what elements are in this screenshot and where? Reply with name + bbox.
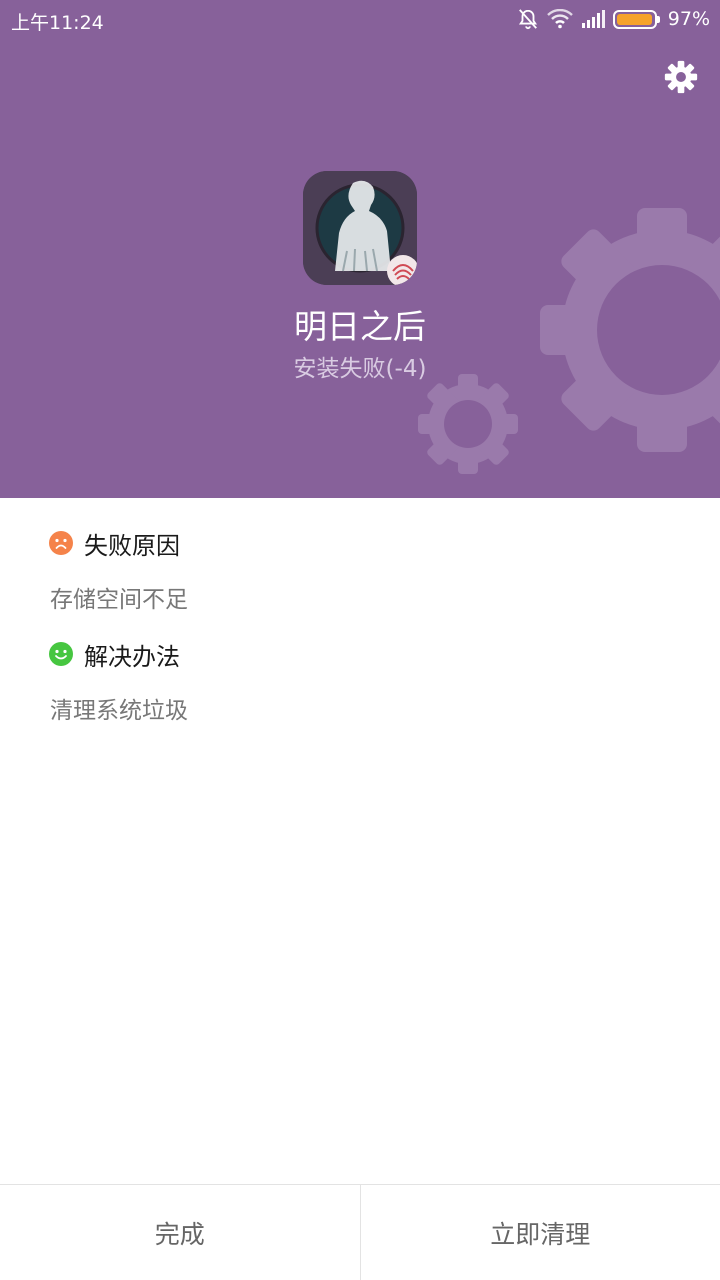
bell-off-icon (518, 9, 537, 30)
status-time: 上午11:24 (11, 12, 104, 34)
small-gear-icon (418, 374, 518, 474)
failure-reason-text: 存储空间不足 (50, 587, 188, 613)
solution-title: 解决办法 (84, 642, 180, 671)
solution-header: 解决办法 (49, 639, 180, 671)
solution-text: 清理系统垃圾 (50, 698, 188, 724)
app-artwork (303, 171, 417, 285)
install-status: 安装失败(-4) (293, 356, 427, 382)
status-bar: 上午11:24 97% (0, 0, 720, 38)
battery-tip (656, 15, 660, 23)
app-icon (303, 171, 417, 285)
status-icons: 97% (509, 6, 710, 32)
clean-now-button[interactable]: 立即清理 (360, 1185, 720, 1280)
battery-percent: 97% (667, 8, 710, 30)
failure-reason-header: 失败原因 (49, 528, 180, 560)
wifi-icon (546, 9, 573, 29)
failure-reason-title: 失败原因 (84, 531, 180, 560)
app-name: 明日之后 (294, 307, 426, 346)
battery-icon (612, 9, 657, 29)
signal-icon (581, 10, 605, 28)
footer-bar: 完成 立即清理 (0, 1184, 720, 1280)
battery-fill (616, 13, 652, 25)
sad-face-icon (49, 531, 73, 555)
gear-icon[interactable] (662, 58, 700, 96)
done-button[interactable]: 完成 (0, 1185, 360, 1280)
smile-face-icon (49, 642, 73, 666)
header: 上午11:24 97% 明日之后 安装失败(-4) (0, 0, 720, 498)
